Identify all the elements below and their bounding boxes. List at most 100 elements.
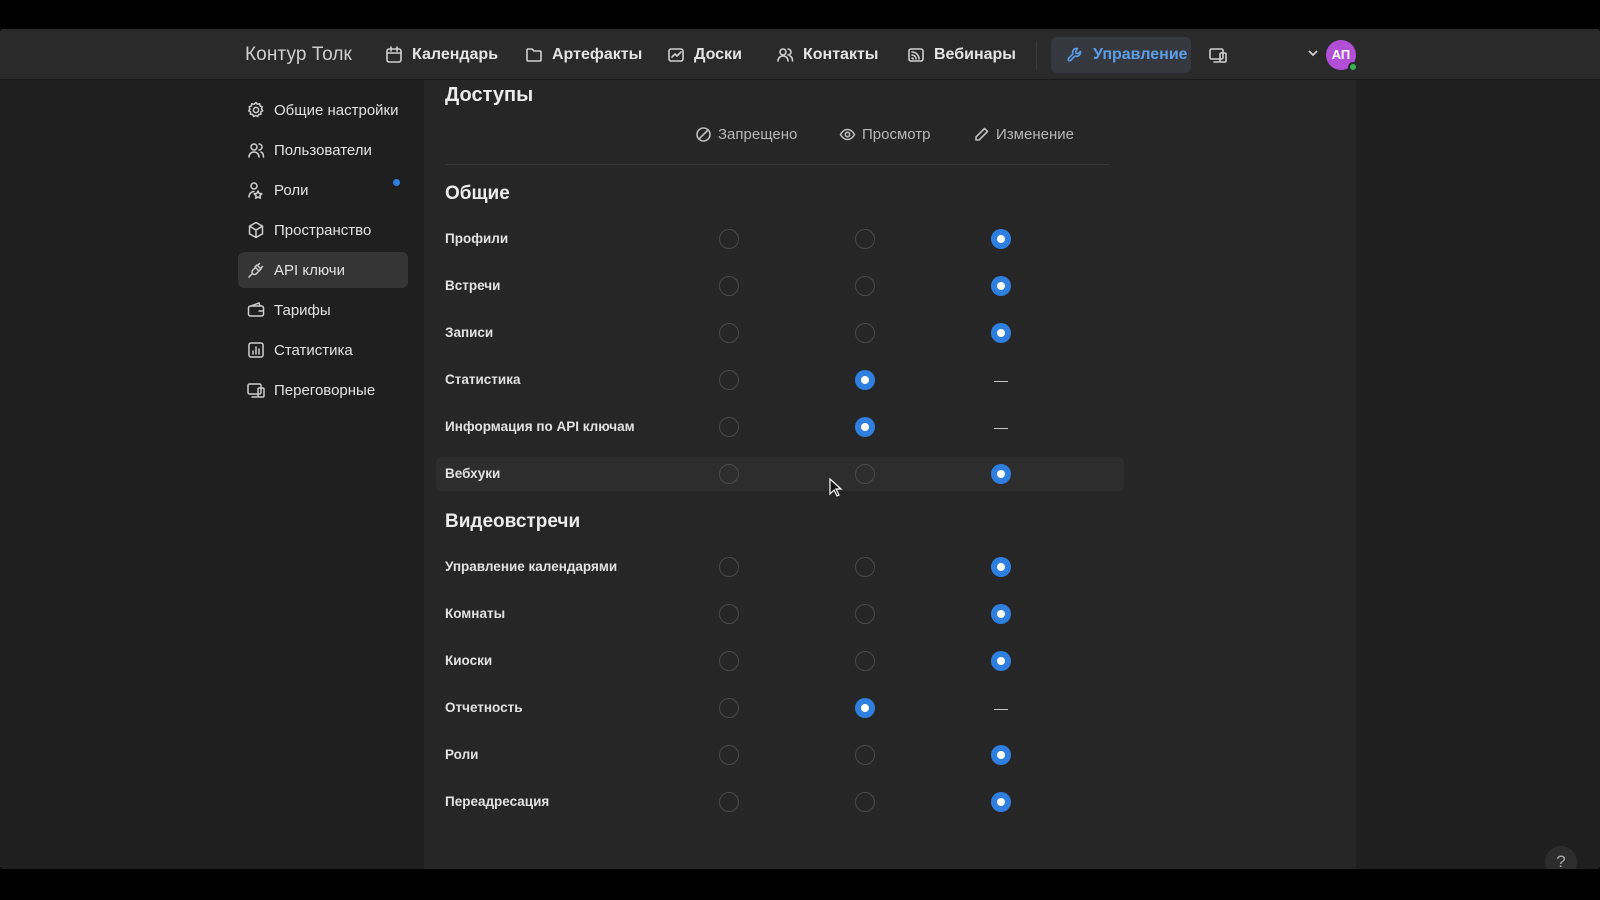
- cube-icon: [248, 221, 264, 239]
- radio-view[interactable]: [855, 276, 875, 296]
- header-divider: [445, 164, 1109, 165]
- permission-row: Киоски: [436, 644, 1124, 678]
- nav-webinars-label: Вебинары: [934, 45, 1016, 63]
- radio-edit[interactable]: [991, 792, 1011, 812]
- edit-unavailable-mark: —: [994, 372, 1008, 388]
- radio-view[interactable]: [855, 698, 875, 718]
- sidebar-item-general-settings[interactable]: Общие настройки: [238, 92, 408, 128]
- sidebar-item-label: Тарифы: [274, 301, 331, 319]
- permission-label: Записи: [445, 325, 494, 340]
- sidebar-item-roles[interactable]: Роли: [238, 172, 408, 208]
- column-header-label: Запрещено: [718, 126, 798, 143]
- online-status-indicator: [1348, 62, 1358, 72]
- radio-edit[interactable]: [991, 604, 1011, 624]
- permission-row: Профили: [436, 222, 1124, 256]
- radio-view[interactable]: [855, 557, 875, 577]
- permission-label: Статистика: [445, 372, 521, 387]
- help-button[interactable]: ?: [1545, 846, 1577, 869]
- edit-unavailable-mark: —: [994, 419, 1008, 435]
- permission-label: Встречи: [445, 278, 501, 293]
- radio-forbidden[interactable]: [719, 370, 739, 390]
- app-window: Контур Толк Календарь Артефакты Доски Ко…: [0, 29, 1600, 869]
- chevron-down-icon: [1308, 50, 1318, 57]
- radio-edit[interactable]: [991, 276, 1011, 296]
- wallet-icon: [247, 302, 265, 317]
- permission-label: Управление календарями: [445, 559, 618, 574]
- radio-edit[interactable]: [991, 323, 1011, 343]
- permission-label: Вебхуки: [445, 466, 501, 481]
- radio-view[interactable]: [855, 370, 875, 390]
- radio-view[interactable]: [855, 745, 875, 765]
- contacts-icon: [777, 47, 794, 62]
- sidebar-item-statistics[interactable]: Статистика: [238, 332, 408, 368]
- folder-icon: [526, 47, 542, 62]
- radio-forbidden[interactable]: [719, 229, 739, 249]
- radio-forbidden[interactable]: [719, 604, 739, 624]
- nav-calendar-label: Календарь: [412, 45, 499, 63]
- radio-forbidden[interactable]: [719, 276, 739, 296]
- permission-label: Переадресация: [445, 794, 550, 809]
- radio-forbidden[interactable]: [719, 557, 739, 577]
- nav-management[interactable]: Управление: [1065, 29, 1188, 80]
- nav-boards[interactable]: Доски: [666, 29, 742, 80]
- radio-edit[interactable]: [991, 557, 1011, 577]
- column-header-edit: Изменение: [973, 126, 1074, 143]
- permission-label: Комнаты: [445, 606, 506, 621]
- radio-forbidden[interactable]: [719, 651, 739, 671]
- permission-row: Статистика —: [436, 363, 1124, 397]
- section-title: Видеовстречи: [445, 511, 581, 532]
- roles-icon: [248, 182, 263, 199]
- radio-view[interactable]: [855, 792, 875, 812]
- radio-edit[interactable]: [991, 229, 1011, 249]
- radio-forbidden[interactable]: [719, 698, 739, 718]
- radio-edit[interactable]: [991, 745, 1011, 765]
- nav-contacts-label: Контакты: [803, 45, 879, 63]
- nav-contacts[interactable]: Контакты: [775, 29, 878, 80]
- devices-button[interactable]: [1208, 29, 1228, 80]
- nav-artifacts[interactable]: Артефакты: [524, 29, 642, 80]
- permission-row: Записи: [436, 316, 1124, 350]
- radio-forbidden[interactable]: [719, 323, 739, 343]
- nav-webinars[interactable]: Вебинары: [906, 29, 1016, 80]
- permission-label: Информация по API ключам: [445, 419, 635, 434]
- top-navigation-bar: Контур Толк Календарь Артефакты Доски Ко…: [0, 29, 1600, 80]
- radio-edit[interactable]: [991, 651, 1011, 671]
- radio-view[interactable]: [855, 417, 875, 437]
- radio-forbidden[interactable]: [719, 745, 739, 765]
- permission-label: Отчетность: [445, 700, 523, 715]
- sidebar-item-users[interactable]: Пользователи: [238, 132, 408, 168]
- section-title: Общие: [445, 183, 510, 204]
- chart-icon: [248, 342, 264, 358]
- page-title: Доступы: [445, 84, 534, 106]
- radio-view[interactable]: [855, 604, 875, 624]
- brand-logo-text[interactable]: Контур Толк: [245, 29, 352, 80]
- radio-edit[interactable]: [991, 464, 1011, 484]
- column-header-label: Просмотр: [862, 126, 931, 143]
- edit-unavailable-mark: —: [994, 700, 1008, 716]
- radio-view[interactable]: [855, 323, 875, 343]
- radio-view[interactable]: [855, 229, 875, 249]
- radio-forbidden[interactable]: [719, 792, 739, 812]
- sidebar-item-label: Пользователи: [274, 141, 372, 159]
- radio-forbidden[interactable]: [719, 464, 739, 484]
- radio-view[interactable]: [855, 464, 875, 484]
- radio-forbidden[interactable]: [719, 417, 739, 437]
- permission-row: Отчетность —: [436, 691, 1124, 725]
- radio-view[interactable]: [855, 651, 875, 671]
- devices-icon: [1209, 47, 1227, 63]
- sidebar-item-tariffs[interactable]: Тарифы: [238, 292, 408, 328]
- account-dropdown-chevron[interactable]: [1306, 46, 1320, 60]
- forbidden-icon: [696, 127, 711, 142]
- board-icon: [668, 47, 684, 62]
- sidebar-item-label: Общие настройки: [274, 101, 399, 119]
- sidebar-item-api-keys[interactable]: API ключи: [238, 252, 408, 288]
- sidebar-item-meeting-rooms[interactable]: Переговорные: [238, 372, 408, 408]
- plug-icon: [248, 262, 264, 278]
- calendar-icon: [386, 45, 402, 63]
- users-notification-badge: [393, 179, 400, 186]
- nav-calendar[interactable]: Календарь: [384, 29, 498, 80]
- sidebar-item-label: API ключи: [274, 261, 345, 279]
- permission-row: Роли: [436, 738, 1124, 772]
- column-header-label: Изменение: [996, 126, 1074, 143]
- sidebar-item-space[interactable]: Пространство: [238, 212, 408, 248]
